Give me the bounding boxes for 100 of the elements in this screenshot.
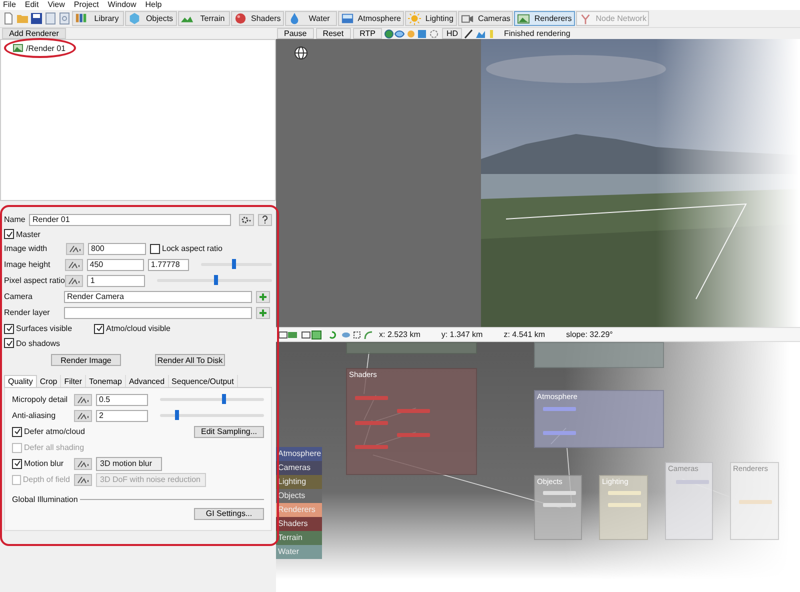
toolbar-tab[interactable]: Cameras xyxy=(458,11,514,26)
toolbar-tab[interactable]: Renderers xyxy=(514,11,575,26)
toolbar-tab[interactable]: Atmosphere xyxy=(338,11,404,26)
name-field[interactable]: Render 01 xyxy=(29,214,231,226)
menu-item[interactable]: View xyxy=(48,0,65,10)
settings-tab[interactable]: Sequence/Output xyxy=(168,375,238,387)
field-label: Pixel aspect ratio xyxy=(4,276,66,285)
new-file-icon[interactable] xyxy=(2,12,15,25)
highlight-ellipse xyxy=(4,38,76,58)
menu-item[interactable]: File xyxy=(3,0,16,10)
gi-settings-button[interactable]: GI Settings... xyxy=(194,508,264,520)
toolbar-tab[interactable]: Library xyxy=(72,11,124,26)
lock-aspect-checkbox[interactable] xyxy=(150,244,160,254)
hd-button[interactable]: HD xyxy=(442,28,462,39)
atmo-checkbox[interactable] xyxy=(94,324,104,334)
render-control-button[interactable]: Reset xyxy=(316,28,351,39)
checkbox-label: Defer all shading xyxy=(24,443,84,452)
field-label: Name xyxy=(4,215,26,224)
settings-button[interactable] xyxy=(238,214,254,226)
slider-thumb[interactable] xyxy=(174,410,179,420)
toolbar-tab[interactable]: Objects xyxy=(125,11,177,26)
add-button[interactable] xyxy=(256,306,270,318)
render-control-button[interactable]: RTP xyxy=(352,28,382,39)
width-field[interactable]: 800 xyxy=(88,242,146,254)
node[interactable] xyxy=(608,491,641,495)
node[interactable] xyxy=(355,445,388,449)
node-group[interactable] xyxy=(346,342,477,354)
toolbar-tab[interactable]: Water xyxy=(284,11,337,26)
render-layer-field[interactable] xyxy=(64,306,252,318)
sun-icon xyxy=(408,12,421,25)
books-icon xyxy=(75,12,88,25)
expression-button[interactable] xyxy=(74,474,92,486)
slider-thumb[interactable] xyxy=(214,275,218,285)
checkbox-label: Defer atmo/cloud xyxy=(24,427,85,436)
add-renderer-button[interactable]: Add Renderer xyxy=(2,28,66,39)
coordinate-readout: z: 4.541 km xyxy=(504,330,546,339)
menu-item[interactable]: Window xyxy=(108,0,136,10)
mode-dropdown[interactable]: 3D motion blur xyxy=(96,456,162,470)
node[interactable] xyxy=(543,431,576,435)
help-button[interactable] xyxy=(258,214,272,226)
node-group[interactable] xyxy=(534,342,664,368)
expression-button[interactable] xyxy=(74,458,92,470)
expression-button[interactable] xyxy=(66,242,84,254)
shadows-checkbox[interactable] xyxy=(4,338,14,348)
edit-sampling-button[interactable]: Edit Sampling... xyxy=(194,426,264,438)
expression-button[interactable] xyxy=(74,410,92,422)
camera-field[interactable]: Render Camera xyxy=(64,290,252,302)
legend-item[interactable]: Terrain xyxy=(276,531,322,545)
surfaces-checkbox[interactable] xyxy=(4,324,14,334)
node[interactable] xyxy=(397,409,430,413)
render-mode-icons[interactable] xyxy=(384,28,440,38)
menu-item[interactable]: Edit xyxy=(24,0,39,10)
master-checkbox[interactable] xyxy=(4,229,14,239)
node[interactable] xyxy=(739,500,772,504)
legend-item[interactable]: Atmosphere xyxy=(276,447,322,461)
node[interactable] xyxy=(543,491,576,495)
plus-icon xyxy=(259,292,267,300)
node[interactable] xyxy=(397,433,430,437)
render-status: Finished rendering xyxy=(504,29,570,38)
height-field[interactable]: 450 xyxy=(86,258,144,270)
image-icon xyxy=(517,12,530,25)
legend-item[interactable]: Cameras xyxy=(276,461,322,475)
renderer-item[interactable]: /Render 01 xyxy=(26,44,66,52)
document-icon[interactable] xyxy=(58,12,71,25)
legend-item[interactable]: Shaders xyxy=(276,517,322,531)
menu-item[interactable]: Help xyxy=(145,0,162,10)
slider-thumb[interactable] xyxy=(232,259,236,269)
render-button[interactable]: Render All To Disk xyxy=(155,354,225,366)
node[interactable] xyxy=(355,421,388,425)
expression-button[interactable] xyxy=(65,274,84,286)
checkbox-label: Do shadows xyxy=(16,338,60,348)
micropoly-field[interactable]: 0.5 xyxy=(96,394,148,406)
node[interactable] xyxy=(355,396,388,400)
slider-thumb[interactable] xyxy=(222,394,226,404)
field-label: Render layer xyxy=(4,308,51,317)
sphere-icon xyxy=(234,12,247,25)
question-mark-icon xyxy=(262,215,268,224)
menu-item[interactable]: Project xyxy=(74,0,99,10)
field-label: Camera xyxy=(4,292,34,301)
render-button[interactable]: Render Image xyxy=(51,354,121,366)
node[interactable] xyxy=(543,503,576,507)
ratio-field[interactable]: 1.77778 xyxy=(148,258,190,270)
settings-tab[interactable]: Quality xyxy=(4,375,37,387)
expression-button[interactable] xyxy=(65,258,83,270)
toolbar-tab[interactable]: Terrain xyxy=(178,11,230,26)
defer-atmo-checkbox[interactable] xyxy=(12,426,22,436)
motion-blur-checkbox[interactable] xyxy=(12,458,22,468)
toolbar-tab[interactable]: Lighting xyxy=(404,11,457,26)
legend-item[interactable]: Objects xyxy=(276,489,322,503)
anti-aliasing-field[interactable]: 2 xyxy=(96,410,148,422)
settings-tab[interactable]: Tonemap xyxy=(86,375,126,387)
toolbar-tab[interactable]: Shaders xyxy=(231,11,284,26)
field-label: Anti-aliasing xyxy=(12,411,57,420)
save-icon[interactable] xyxy=(30,12,43,25)
expression-button[interactable] xyxy=(74,394,92,406)
pixel-aspect-field[interactable]: 1 xyxy=(87,274,145,286)
node[interactable] xyxy=(543,407,576,411)
render-control-button[interactable]: Pause xyxy=(277,28,314,39)
add-button[interactable] xyxy=(256,290,270,302)
node[interactable] xyxy=(608,503,641,507)
